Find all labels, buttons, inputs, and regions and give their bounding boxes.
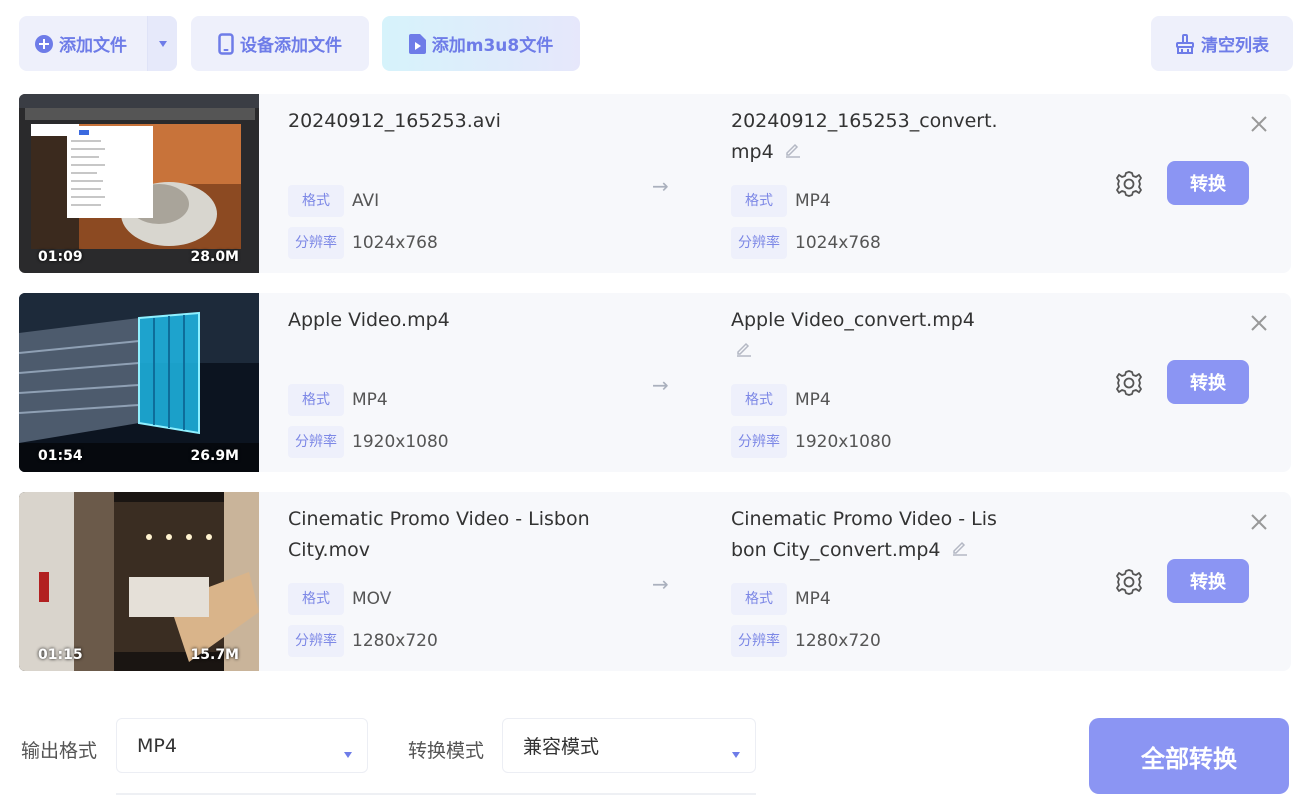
source-resolution: 分辨率 1280x720 xyxy=(288,625,438,657)
source-format-value: MP4 xyxy=(352,390,388,410)
toolbar: 添加文件 设备添加文件 添加m3u8文件 清空列表 xyxy=(0,0,1303,80)
video-file-icon xyxy=(408,33,426,54)
file-row: 01:15 15.7M Cinematic Promo Video - Lisb… xyxy=(19,492,1291,671)
file-row: 01:54 26.9M Apple Video.mp4 格式 MP4 分辨率 1… xyxy=(19,293,1291,472)
plus-circle-icon xyxy=(35,34,53,53)
video-thumbnail[interactable]: 01:15 15.7M xyxy=(19,492,259,671)
output-file-name-text: 20240912_165253_convert.mp4 xyxy=(731,110,998,163)
clear-list-button[interactable]: 清空列表 xyxy=(1151,16,1293,71)
arrow-right-icon: → xyxy=(652,572,669,596)
source-file-name: Apple Video.mp4 xyxy=(288,309,450,331)
output-resolution: 分辨率 1920x1080 xyxy=(731,426,892,458)
format-tag: 格式 xyxy=(288,583,344,615)
output-format: 格式 MP4 xyxy=(731,185,831,217)
source-format: 格式 MP4 xyxy=(288,384,388,416)
resolution-tag: 分辨率 xyxy=(288,625,344,657)
device-add-file-label: 设备添加文件 xyxy=(240,36,342,56)
caret-down-icon xyxy=(158,40,167,47)
video-size: 15.7M xyxy=(190,647,239,663)
caret-down-icon xyxy=(343,741,353,763)
close-icon[interactable] xyxy=(1249,512,1269,536)
source-resolution-value: 1024x768 xyxy=(352,233,438,253)
output-format-value: MP4 xyxy=(795,589,831,609)
output-format: 格式 MP4 xyxy=(731,583,831,615)
output-resolution-value: 1024x768 xyxy=(795,233,881,253)
bottom-bar: 输出格式 MP4 转换模式 兼容模式 全部转换 xyxy=(0,700,1303,795)
source-resolution-value: 1280x720 xyxy=(352,631,438,651)
format-tag: 格式 xyxy=(731,583,787,615)
video-duration: 01:54 xyxy=(38,448,83,464)
video-size: 26.9M xyxy=(190,448,239,464)
format-tag: 格式 xyxy=(288,384,344,416)
source-resolution-value: 1920x1080 xyxy=(352,432,449,452)
output-format: 格式 MP4 xyxy=(731,384,831,416)
source-format-value: AVI xyxy=(352,191,380,211)
output-resolution: 分辨率 1024x768 xyxy=(731,227,881,259)
gear-icon[interactable] xyxy=(1114,567,1144,601)
output-file-name-text: Apple Video_convert.mp4 xyxy=(731,309,975,331)
device-add-file-button[interactable]: 设备添加文件 xyxy=(191,16,369,71)
output-file-name[interactable]: 20240912_165253_convert.mp4 xyxy=(731,106,999,168)
source-format: 格式 MOV xyxy=(288,583,391,615)
file-row: 01:09 28.0M 20240912_165253.avi 格式 AVI 分… xyxy=(19,94,1291,273)
add-file-label: 添加文件 xyxy=(59,36,127,56)
caret-down-icon xyxy=(731,741,741,763)
mode-label: 转换模式 xyxy=(408,740,485,762)
mode-select-value: 兼容模式 xyxy=(523,736,600,758)
output-format-select[interactable]: MP4 xyxy=(116,718,368,773)
output-file-name[interactable]: Cinematic Promo Video - Lisbon City_conv… xyxy=(731,504,999,566)
close-icon[interactable] xyxy=(1249,313,1269,337)
convert-button[interactable]: 转换 xyxy=(1167,559,1249,603)
source-format: 格式 AVI xyxy=(288,185,379,217)
close-icon[interactable] xyxy=(1249,114,1269,138)
source-file-name: 20240912_165253.avi xyxy=(288,110,501,132)
video-thumbnail[interactable]: 01:09 28.0M xyxy=(19,94,259,273)
pencil-icon[interactable] xyxy=(735,336,753,367)
format-tag: 格式 xyxy=(731,384,787,416)
add-file-dropdown-button[interactable] xyxy=(147,16,177,71)
mode-select[interactable]: 兼容模式 xyxy=(502,718,756,773)
source-resolution: 分辨率 1024x768 xyxy=(288,227,438,259)
arrow-right-icon: → xyxy=(652,373,669,397)
convert-button[interactable]: 转换 xyxy=(1167,161,1249,205)
convert-button[interactable]: 转换 xyxy=(1167,360,1249,404)
video-thumbnail[interactable]: 01:54 26.9M xyxy=(19,293,259,472)
add-m3u8-button[interactable]: 添加m3u8文件 xyxy=(382,16,580,71)
format-tag: 格式 xyxy=(731,185,787,217)
output-format-select-value: MP4 xyxy=(137,734,177,757)
tablet-icon xyxy=(218,32,234,55)
output-resolution-value: 1920x1080 xyxy=(795,432,892,452)
pencil-icon[interactable] xyxy=(784,137,802,168)
output-format-label: 输出格式 xyxy=(21,740,98,762)
clear-list-label: 清空列表 xyxy=(1201,36,1269,56)
video-size: 28.0M xyxy=(190,249,239,265)
gear-icon[interactable] xyxy=(1114,368,1144,402)
pencil-icon[interactable] xyxy=(951,535,969,566)
gear-icon[interactable] xyxy=(1114,169,1144,203)
video-duration: 01:09 xyxy=(38,249,83,265)
format-tag: 格式 xyxy=(288,185,344,217)
resolution-tag: 分辨率 xyxy=(731,426,787,458)
resolution-tag: 分辨率 xyxy=(288,426,344,458)
output-format-value: MP4 xyxy=(795,390,831,410)
add-file-button[interactable]: 添加文件 xyxy=(19,16,177,71)
output-file-name[interactable]: Apple Video_convert.mp4 xyxy=(731,305,999,367)
resolution-tag: 分辨率 xyxy=(288,227,344,259)
convert-all-button[interactable]: 全部转换 xyxy=(1089,718,1289,794)
resolution-tag: 分辨率 xyxy=(731,625,787,657)
output-format-value: MP4 xyxy=(795,191,831,211)
video-duration: 01:15 xyxy=(38,647,83,663)
arrow-right-icon: → xyxy=(652,174,669,198)
source-file-name: Cinematic Promo Video - Lisbon City.mov xyxy=(288,508,590,561)
add-m3u8-label: 添加m3u8文件 xyxy=(431,36,554,56)
source-format-value: MOV xyxy=(352,589,392,609)
broom-icon xyxy=(1175,33,1195,54)
source-resolution: 分辨率 1920x1080 xyxy=(288,426,449,458)
output-resolution: 分辨率 1280x720 xyxy=(731,625,881,657)
resolution-tag: 分辨率 xyxy=(731,227,787,259)
output-resolution-value: 1280x720 xyxy=(795,631,881,651)
